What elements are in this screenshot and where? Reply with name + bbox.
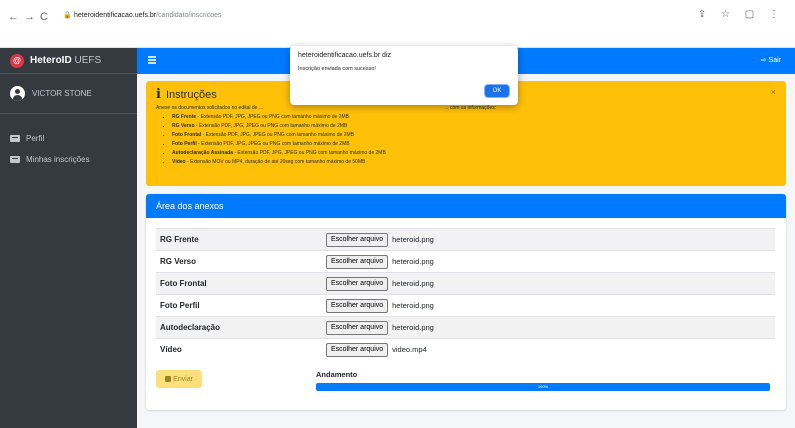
brand-link[interactable]: @ HeteroID UEFS xyxy=(0,48,137,74)
alert-dialog: heteroidentificacao.uefs.br diz Inscriçã… xyxy=(290,46,518,105)
item-desc: - Extensão PDF, JPG, JPEG ou PNG com tam… xyxy=(194,123,348,129)
sidebar-item-label: Minhas inscrições xyxy=(26,155,90,164)
brand-name-rest: UEFS xyxy=(71,55,102,66)
anexos-table: RG Frente Escolher arquivo heteroid.png … xyxy=(156,228,775,360)
sidebar-nav: Perfil Minhas inscrições xyxy=(0,114,137,170)
address-bar[interactable]: 🔒 heteroidentificacao.uefs.br/candidato/… xyxy=(60,6,710,26)
item-name: Foto Perfil xyxy=(172,141,197,147)
progress-fill: 100% xyxy=(316,383,770,391)
file-name: heteroid.png xyxy=(392,235,434,244)
choose-file-button[interactable]: Escolher arquivo xyxy=(326,276,389,291)
item-name: RG Verso xyxy=(172,123,195,129)
item-desc: - Extensão PDF, JPG, JPEG ou PNG com tam… xyxy=(232,150,386,156)
item-desc: - Extensão PDF, JPG, JPEG ou PNG com tam… xyxy=(201,132,355,138)
item-name: Foto Frontal xyxy=(172,132,202,138)
user-avatar-icon xyxy=(10,86,25,101)
file-name: heteroid.png xyxy=(392,301,434,310)
close-icon[interactable]: × xyxy=(771,87,776,97)
sidebar: @ HeteroID UEFS VICTOR STONE Perfil Minh… xyxy=(0,48,137,428)
table-row: Foto Frontal Escolher arquivo heteroid.p… xyxy=(156,272,775,294)
dialog-title: heteroidentificacao.uefs.br diz xyxy=(298,52,391,59)
item-desc: - Extensão PDF, JPG, JPEG ou PNG com tam… xyxy=(196,114,350,120)
progress-label: Andamento xyxy=(316,370,358,379)
browser-toolbar: ← → C 🔒 heteroidentificacao.uefs.br/cand… xyxy=(0,0,795,48)
send-button[interactable]: Enviar xyxy=(156,370,202,388)
send-button-label: Enviar xyxy=(173,375,193,383)
list-item: Foto Perfil - Extensão PDF, JPG, JPEG ou… xyxy=(172,140,776,149)
choose-file-button[interactable]: Escolher arquivo xyxy=(326,320,389,335)
sidebar-item-label: Perfil xyxy=(26,134,45,143)
user-name: VICTOR STONE xyxy=(32,89,92,98)
reload-button[interactable]: C xyxy=(40,10,48,24)
forward-button[interactable]: → xyxy=(24,10,35,24)
lock-icon: 🔒 xyxy=(63,12,72,19)
item-name: RG Frente xyxy=(172,114,197,120)
choose-file-button[interactable]: Escolher arquivo xyxy=(326,298,389,313)
item-name: Vídeo xyxy=(172,159,186,165)
table-row: Autodeclaração Escolher arquivo heteroid… xyxy=(156,316,775,338)
instructions-intro: Anexe os documentos solicitados no edita… xyxy=(156,105,776,111)
id-card-icon xyxy=(10,135,20,142)
list-item: Vídeo - Extensão MOV ou MP4, duração de … xyxy=(172,158,776,167)
file-name: video.mp4 xyxy=(392,345,427,354)
file-name: heteroid.png xyxy=(392,257,434,266)
brand-name: HeteroID UEFS xyxy=(30,55,101,66)
choose-file-button[interactable]: Escolher arquivo xyxy=(326,342,389,357)
choose-file-button[interactable]: Escolher arquivo xyxy=(326,232,389,247)
brand-name-bold: HeteroID xyxy=(30,55,72,66)
dialog-ok-button[interactable]: OK xyxy=(485,85,509,97)
list-item: Autodeclaração Assinada - Extensão PDF, … xyxy=(172,149,776,158)
file-name: heteroid.png xyxy=(392,323,434,332)
table-row: RG Frente Escolher arquivo heteroid.png xyxy=(156,228,775,250)
progress-bar: 100% xyxy=(316,383,770,391)
list-item: RG Frente - Extensão PDF, JPG, JPEG ou P… xyxy=(172,113,776,122)
anexos-card: Área dos anexos RG Frente Escolher arqui… xyxy=(146,194,786,410)
list-icon xyxy=(10,156,20,163)
anexos-card-title: Área dos anexos xyxy=(146,194,786,218)
sidebar-item-perfil[interactable]: Perfil xyxy=(0,128,137,149)
list-item: RG Verso - Extensão PDF, JPG, JPEG ou PN… xyxy=(172,122,776,131)
hamburger-menu-icon[interactable] xyxy=(148,56,156,64)
instructions-intro-text: Anexe os documentos solicitados no edita… xyxy=(156,105,264,111)
table-row: RG Verso Escolher arquivo heteroid.png xyxy=(156,250,775,272)
main-content: i Instruções Anexe os documentos solicit… xyxy=(137,74,795,428)
dialog-message: Inscrição enviada com sucesso! xyxy=(298,66,376,72)
url-host: heteroidentificacao.uefs.br xyxy=(74,12,157,19)
choose-file-button[interactable]: Escolher arquivo xyxy=(326,254,389,269)
send-icon xyxy=(165,376,172,382)
item-name: Autodeclaração Assinada xyxy=(172,150,233,156)
file-label: Vídeo xyxy=(160,345,182,354)
file-label: Foto Perfil xyxy=(160,301,200,310)
info-icon: i xyxy=(156,87,161,102)
browser-action-icons[interactable]: ⇪ ☆ ▢ ⋮ xyxy=(698,9,785,20)
logout-button[interactable]: ⇨ Sair xyxy=(761,56,781,64)
instructions-title-text: Instruções xyxy=(165,88,217,101)
instructions-list: RG Frente - Extensão PDF, JPG, JPEG ou P… xyxy=(156,113,776,167)
file-name: heteroid.png xyxy=(392,279,434,288)
file-label: RG Verso xyxy=(160,257,197,266)
file-label: Foto Frontal xyxy=(160,279,207,288)
url-path: /candidato/inscricoes xyxy=(156,12,222,19)
brand-logo-icon: @ xyxy=(10,53,24,68)
user-panel[interactable]: VICTOR STONE xyxy=(0,74,137,114)
instructions-intro-tail: ... com as informações: xyxy=(444,105,497,111)
back-button[interactable]: ← xyxy=(8,10,19,24)
item-desc: - Extensão PDF, JPG, JPEG ou PNG com tam… xyxy=(196,141,350,147)
list-item: Foto Frontal - Extensão PDF, JPG, JPEG o… xyxy=(172,131,776,140)
file-label: RG Frente xyxy=(160,235,199,244)
table-row: Vídeo Escolher arquivo video.mp4 xyxy=(156,338,775,360)
file-label: Autodeclaração xyxy=(160,323,221,332)
sidebar-item-minhas-inscricoes[interactable]: Minhas inscrições xyxy=(0,149,137,170)
table-row: Foto Perfil Escolher arquivo heteroid.pn… xyxy=(156,294,775,316)
item-desc: - Extensão MOV ou MP4, duração de até 20… xyxy=(185,159,366,165)
